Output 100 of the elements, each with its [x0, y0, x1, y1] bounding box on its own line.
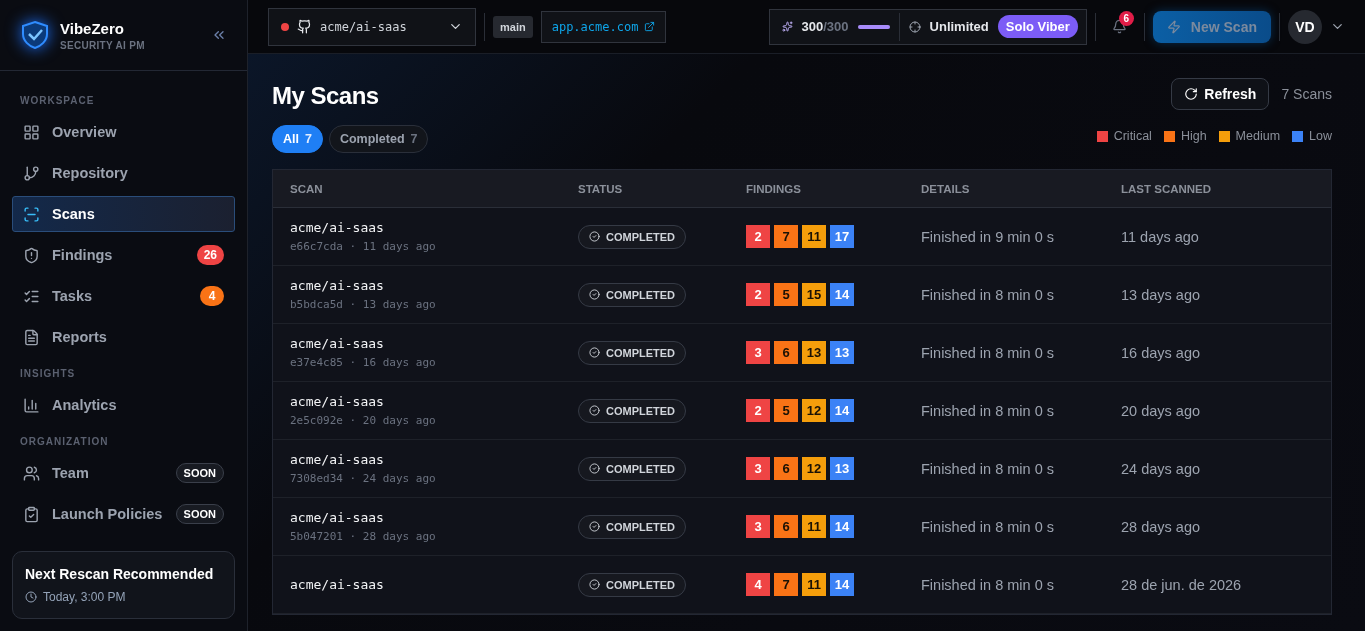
finding-count: 14: [830, 399, 854, 422]
refresh-icon: [1184, 87, 1199, 101]
clipboard-icon: [23, 505, 40, 523]
scan-commit: e37e4c85 · 16 days ago: [290, 356, 437, 369]
legend-label: Low: [1309, 129, 1332, 143]
section-title: WORKSPACE: [19, 94, 96, 108]
finding-count: 2: [746, 399, 770, 422]
details-cell-text: Finished in 8 min 0 s: [921, 518, 1055, 535]
repo-select[interactable]: acme/ai-saas: [268, 7, 476, 46]
scan-name: acme/ai-saas: [290, 220, 385, 235]
last-scanned-cell-text: 13 days ago: [1121, 286, 1201, 303]
count-badge: 26: [196, 245, 224, 265]
scan-commit: 5b047201 · 28 days ago: [290, 530, 437, 543]
users-icon: [23, 464, 40, 482]
finding-count: 15: [802, 283, 826, 306]
status-badge: COMPLETED: [578, 572, 687, 597]
scan-commit: e66c7cda · 11 days ago: [290, 240, 437, 253]
scan-name: acme/ai-saas: [290, 336, 385, 351]
notification-count: 6: [1118, 10, 1134, 26]
sidebar-item[interactable]: Scans: [12, 196, 235, 232]
finding-count: 14: [830, 515, 854, 538]
scan-name: acme/ai-saas: [290, 452, 385, 467]
rescan-time: Today, 3:00 PM: [25, 590, 222, 604]
status-badge: COMPLETED: [578, 282, 687, 307]
last-scanned-cell-text: 28 de jun. de 2026: [1121, 576, 1243, 593]
sidebar-item[interactable]: Team SOON: [12, 455, 235, 491]
scan-commit: b5bdca5d · 13 days ago: [290, 298, 437, 311]
status-badge: COMPLETED: [578, 398, 687, 423]
clock-icon: [25, 591, 37, 603]
last-scanned-cell-text: 16 days ago: [1121, 344, 1201, 361]
finding-count: 14: [830, 283, 854, 306]
finding-count: 2: [746, 283, 770, 306]
user-avatar[interactable]: VD: [1288, 9, 1322, 44]
scan-count: 7 Scans: [1281, 86, 1332, 102]
column-header: FINDINGS: [746, 182, 802, 195]
filter-tab[interactable]: All 7: [272, 125, 323, 153]
status-badge: COMPLETED: [578, 224, 687, 249]
column-header: SCAN: [290, 182, 324, 195]
check-circle-icon: [589, 463, 600, 474]
finding-count: 2: [746, 225, 770, 248]
details-cell-text: Finished in 8 min 0 s: [921, 286, 1055, 303]
brand-name: VibeZero: [60, 19, 125, 37]
sparkle-icon: [781, 21, 793, 32]
grid-icon: [23, 123, 40, 141]
finding-count: 14: [830, 573, 854, 596]
check-circle-icon: [589, 579, 600, 590]
finding-count: 7: [774, 225, 798, 248]
sidebar-item[interactable]: Reports: [12, 319, 235, 355]
details-cell-text: Finished in 8 min 0 s: [921, 402, 1055, 419]
sidebar-item[interactable]: Overview: [12, 114, 235, 150]
filter-tab[interactable]: Completed 7: [328, 125, 429, 153]
column-header: STATUS: [578, 182, 624, 195]
status-dot-icon: [281, 22, 289, 31]
sidebar-item[interactable]: Findings 26: [12, 237, 235, 273]
details-cell-text: Finished in 8 min 0 s: [921, 344, 1055, 361]
finding-count: 6: [774, 341, 798, 364]
finding-count: 3: [746, 457, 770, 480]
finding-count: 6: [774, 515, 798, 538]
finding-count: 7: [774, 573, 798, 596]
external-link-icon: [644, 21, 656, 32]
details-cell-text: Finished in 9 min 0 s: [921, 228, 1055, 245]
finding-count: 11: [802, 573, 826, 596]
details-cell-text: Finished in 8 min 0 s: [921, 460, 1055, 477]
last-scanned-cell-text: 24 days ago: [1121, 460, 1201, 477]
page-title: My Scans: [272, 82, 380, 110]
lightning-icon: [1166, 19, 1181, 34]
brand-tagline: SECURITY AI PM: [60, 39, 146, 51]
legend-label: Medium: [1235, 129, 1281, 143]
branch-tag: main: [493, 15, 533, 38]
scan-commit: 7308ed34 · 24 days ago: [290, 472, 437, 485]
scan-icon: [23, 205, 40, 223]
legend-label: High: [1180, 129, 1207, 143]
document-icon: [23, 328, 40, 346]
status-badge: COMPLETED: [578, 340, 687, 365]
sidebar-item[interactable]: Repository: [12, 155, 235, 191]
card-title: Next Rescan Recommended: [25, 566, 215, 582]
soon-badge: SOON: [175, 463, 224, 483]
finding-count: 12: [802, 457, 826, 480]
check-circle-icon: [589, 289, 600, 300]
scan-commit: 2e5c092e · 20 days ago: [290, 414, 437, 427]
sidebar-item[interactable]: Launch Policies SOON: [12, 496, 235, 532]
app-url-link[interactable]: app.acme.com: [540, 10, 667, 43]
sidebar-item[interactable]: Tasks 4: [12, 278, 235, 314]
check-circle-icon: [589, 231, 600, 242]
refresh-button[interactable]: Refresh: [1171, 78, 1270, 110]
finding-count: 5: [774, 399, 798, 422]
shield-logo-icon: [20, 20, 50, 50]
sidebar-item[interactable]: Analytics: [12, 387, 235, 423]
finding-count: 11: [802, 515, 826, 538]
column-header: LAST SCANNED: [1121, 182, 1213, 195]
github-icon: [297, 19, 312, 34]
check-circle-icon: [589, 405, 600, 416]
check-circle-icon: [589, 521, 600, 532]
scan-name: acme/ai-saas: [290, 577, 385, 592]
crosshair-icon: [908, 20, 921, 33]
finding-count: 3: [746, 341, 770, 364]
plan-badge: Solo Viber: [997, 15, 1078, 38]
shield-icon: [23, 246, 40, 264]
finding-count: 3: [746, 515, 770, 538]
notifications-button[interactable]: 6: [1103, 10, 1136, 43]
